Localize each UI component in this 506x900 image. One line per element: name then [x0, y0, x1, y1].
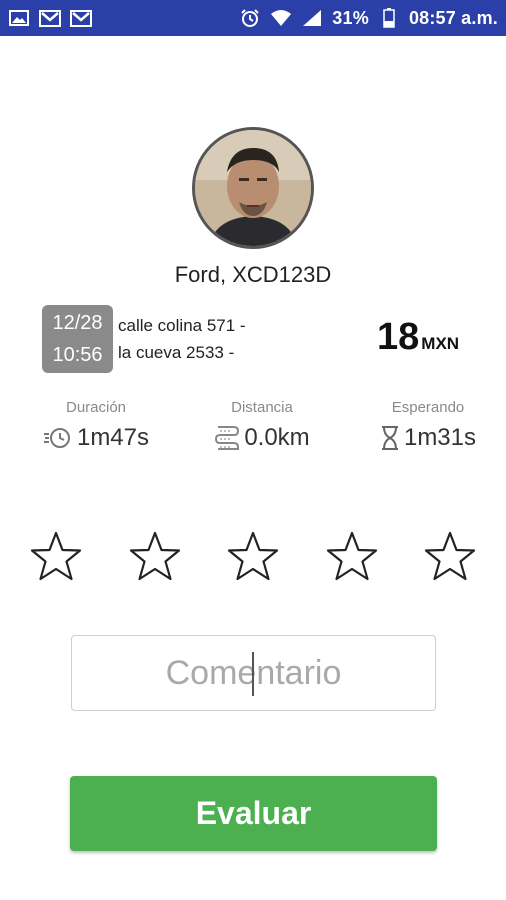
- evaluate-button[interactable]: Evaluar: [70, 776, 437, 851]
- duration-stat: Duración 1m47s: [16, 399, 176, 452]
- trip-date: 12/28: [52, 312, 103, 334]
- hourglass-icon: [380, 425, 400, 451]
- signal-icon: [301, 9, 323, 27]
- trip-datetime-badge: 12/28 10:56: [42, 305, 113, 373]
- timer-icon: [43, 426, 73, 450]
- waiting-value: 1m31s: [403, 424, 477, 451]
- price-amount: 18: [377, 316, 420, 358]
- waiting-stat: Esperando 1m31s: [348, 399, 506, 452]
- duration-value: 1m47s: [76, 424, 150, 451]
- star-icon-2[interactable]: [128, 530, 182, 584]
- alarm-icon: [239, 9, 261, 27]
- status-bar: 31% 08:57 a.m.: [0, 0, 506, 36]
- star-icon-1[interactable]: [29, 530, 83, 584]
- gmail-icon: [39, 9, 61, 27]
- clock: 08:57 a.m.: [408, 7, 498, 28]
- vehicle-info: Ford, XCD123D: [174, 262, 332, 287]
- star-icon-3[interactable]: [226, 530, 280, 584]
- destination-address: la cueva 2533 -: [118, 343, 235, 362]
- rating-stars: [0, 530, 506, 586]
- waiting-label: Esperando: [391, 399, 465, 416]
- origin-address: calle colina 571 -: [118, 316, 246, 335]
- gmail-icon: [70, 9, 92, 27]
- road-icon: [214, 425, 240, 451]
- star-icon-5[interactable]: [423, 530, 477, 584]
- battery-percent: 31%: [332, 7, 369, 28]
- distance-label: Distancia: [231, 399, 293, 416]
- trip-time: 10:56: [52, 344, 103, 366]
- image-notification-icon: [8, 9, 30, 27]
- distance-value: 0.0km: [244, 424, 310, 451]
- duration-label: Duración: [65, 399, 127, 416]
- star-icon-4[interactable]: [325, 530, 379, 584]
- text-cursor: [252, 652, 254, 696]
- wifi-icon: [270, 9, 292, 27]
- driver-avatar: [192, 127, 314, 249]
- battery-icon: [378, 8, 400, 28]
- distance-stat: Distancia 0.0km: [182, 399, 342, 452]
- trip-price: 18 MXN: [377, 316, 459, 359]
- price-currency: MXN: [421, 334, 460, 353]
